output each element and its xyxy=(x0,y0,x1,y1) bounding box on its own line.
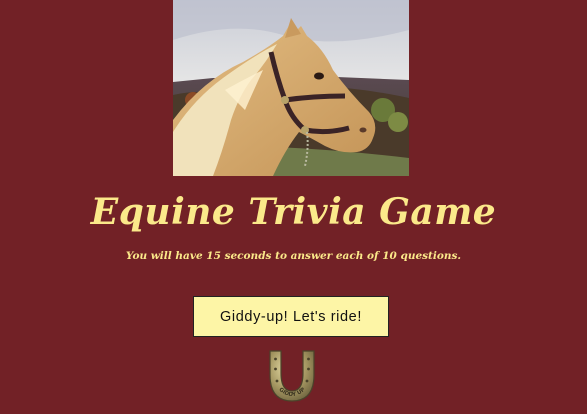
start-game-button[interactable]: Giddy-up! Let's ride! xyxy=(193,296,389,337)
horseshoe-icon: GIDDY UP xyxy=(264,347,320,405)
instructions-text: You will have 15 seconds to answer each … xyxy=(125,250,462,262)
horse-photo xyxy=(173,0,409,176)
page-title: Equine Trivia Game xyxy=(90,191,497,233)
